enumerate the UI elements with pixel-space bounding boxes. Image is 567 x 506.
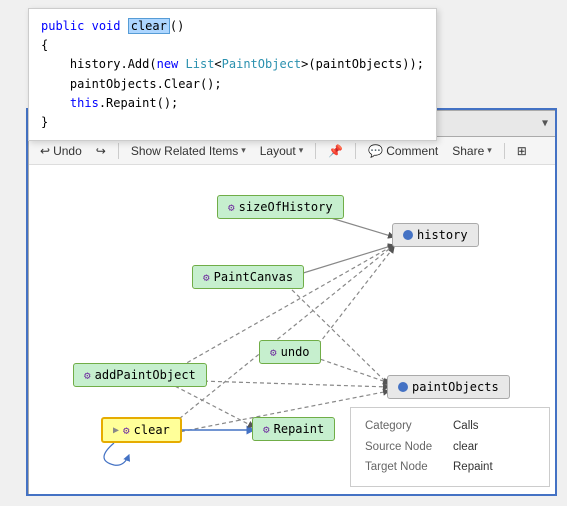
canvas-area: ⚙ sizeOfHistory history ⚙ PaintCanvas ⚙ … xyxy=(29,165,556,495)
info-box: Category Calls Source Node clear Target … xyxy=(350,407,550,487)
comment-button[interactable]: 💬 Comment xyxy=(363,142,443,160)
show-related-arrow-icon: ▾ xyxy=(241,145,246,156)
show-related-label: Show Related Items xyxy=(131,144,238,158)
redo-icon: ↪ xyxy=(96,144,106,158)
node-nav-icon: ▶ xyxy=(113,425,119,436)
share-button[interactable]: Share ▾ xyxy=(447,142,497,160)
info-category-row: Category Calls xyxy=(365,416,535,437)
node-clear[interactable]: ▶ ⚙ clear xyxy=(101,417,182,443)
undo-button[interactable]: ↩ Undo xyxy=(35,142,87,160)
toolbar: ↩ Undo ↪ Show Related Items ▾ Layout ▾ 📌… xyxy=(29,137,556,165)
node-icon: ⚙ xyxy=(228,201,235,214)
share-arrow-icon: ▾ xyxy=(487,145,492,156)
sep3 xyxy=(355,143,356,159)
node-icon: ⚙ xyxy=(263,423,270,436)
share-label: Share xyxy=(452,144,484,158)
layout-label: Layout xyxy=(260,144,296,158)
info-category-value: Calls xyxy=(453,416,479,437)
undo-icon: ↩ xyxy=(40,144,50,158)
node-label: paintObjects xyxy=(412,380,499,394)
node-label: sizeOfHistory xyxy=(239,200,333,214)
node-icon: ⚙ xyxy=(203,271,210,284)
comment-icon: 💬 xyxy=(368,144,383,158)
layout-button[interactable]: Layout ▾ xyxy=(255,142,309,160)
node-icon: ⚙ xyxy=(84,369,91,382)
info-target-value: Repaint xyxy=(453,457,493,478)
node-sizeOfHistory[interactable]: ⚙ sizeOfHistory xyxy=(217,195,344,219)
node-dot-icon xyxy=(398,382,408,392)
node-label: clear xyxy=(134,423,170,437)
pin-button[interactable]: 📌 xyxy=(323,142,348,160)
info-category-label: Category xyxy=(365,416,445,437)
node-dot-icon xyxy=(403,230,413,240)
info-target-label: Target Node xyxy=(365,457,445,478)
redo-button[interactable]: ↪ xyxy=(91,142,111,160)
undo-label: Undo xyxy=(53,144,82,158)
info-source-label: Source Node xyxy=(365,437,445,458)
pin-icon: 📌 xyxy=(328,144,343,158)
node-icon: ⚙ xyxy=(123,424,130,437)
node-history[interactable]: history xyxy=(392,223,479,247)
node-label: PaintCanvas xyxy=(214,270,293,284)
sep2 xyxy=(315,143,316,159)
node-PaintCanvas[interactable]: ⚙ PaintCanvas xyxy=(192,265,304,289)
code-tooltip: public void clear() { history.Add(new Li… xyxy=(28,8,437,141)
sep4 xyxy=(504,143,505,159)
show-related-button[interactable]: Show Related Items ▾ xyxy=(126,142,251,160)
node-label: history xyxy=(417,228,468,242)
info-target-row: Target Node Repaint xyxy=(365,457,535,478)
node-label: addPaintObject xyxy=(95,368,196,382)
node-label: undo xyxy=(281,345,310,359)
codemap-panel: ⊕ CodeMap1.dgml* ✕ ▼ ↩ Undo ↪ Show Relat… xyxy=(28,110,557,496)
sep1 xyxy=(118,143,119,159)
node-paintObjects[interactable]: paintObjects xyxy=(387,375,510,399)
tab-dropdown-button[interactable]: ▼ xyxy=(538,118,552,129)
fit-icon: ⊞ xyxy=(517,144,527,158)
fit-button[interactable]: ⊞ xyxy=(512,142,532,160)
node-label: Repaint xyxy=(274,422,325,436)
layout-arrow-icon: ▾ xyxy=(299,145,304,156)
node-Repaint[interactable]: ⚙ Repaint xyxy=(252,417,335,441)
comment-label: Comment xyxy=(386,144,438,158)
node-icon: ⚙ xyxy=(270,346,277,359)
node-undo[interactable]: ⚙ undo xyxy=(259,340,321,364)
info-source-value: clear xyxy=(453,437,478,458)
info-source-row: Source Node clear xyxy=(365,437,535,458)
node-addPaintObject[interactable]: ⚙ addPaintObject xyxy=(73,363,207,387)
